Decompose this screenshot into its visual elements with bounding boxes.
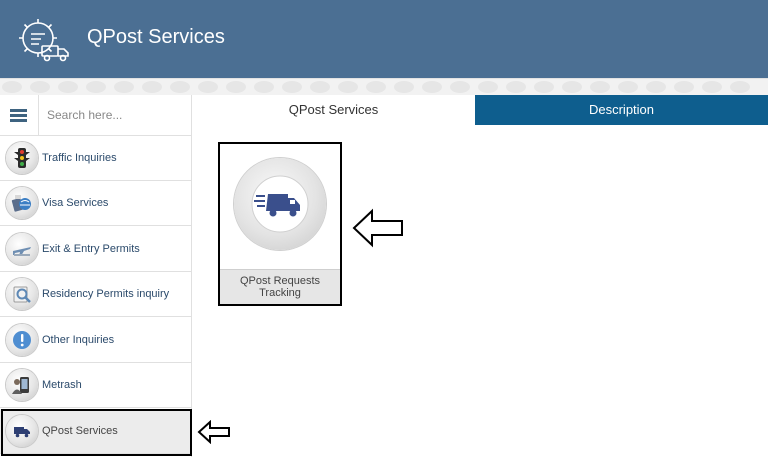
arrow-left-icon [197, 420, 230, 444]
metrash-icon [6, 369, 38, 401]
sidebar-item-label: Other Inquiries [42, 334, 115, 346]
sidebar-item-visa-services[interactable]: Visa Services [0, 181, 191, 226]
sidebar-item-traffic-inquiries[interactable]: Traffic Inquiries [0, 136, 191, 181]
arrow-left-icon [352, 208, 403, 248]
sidebar: Traffic Inquiries Visa Services Exit & E… [0, 95, 192, 457]
sidebar-item-metrash[interactable]: Metrash [0, 363, 191, 408]
sidebar-item-exit-entry-permits[interactable]: Exit & Entry Permits [0, 227, 191, 272]
sidebar-item-label: Residency Permits inquiry [42, 288, 170, 300]
search-input[interactable] [40, 95, 188, 133]
highlight-box-sidebar [1, 409, 192, 456]
delivery-truck-icon [234, 158, 326, 250]
traffic-light-icon [6, 142, 38, 174]
sidebar-item-label: Exit & Entry Permits [42, 243, 140, 255]
sidebar-item-label: Traffic Inquiries [42, 152, 117, 164]
visa-passport-icon [6, 187, 38, 219]
tab-qpost-services[interactable]: QPost Services [192, 95, 475, 125]
search-row [0, 95, 191, 136]
tab-description[interactable]: Description [475, 95, 768, 125]
tile-label: QPost Requests Tracking [220, 269, 340, 304]
sidebar-item-other-inquiries[interactable]: Other Inquiries [0, 318, 191, 363]
airplane-icon [6, 233, 38, 265]
service-tile-qpost-requests-tracking[interactable]: QPost Requests Tracking [218, 142, 342, 306]
app-title: QPost Services [87, 26, 225, 48]
exclamation-icon [6, 324, 38, 356]
sidebar-item-label: Visa Services [42, 197, 109, 209]
hamburger-menu-icon[interactable] [0, 95, 39, 135]
sidebar-item-label: Metrash [42, 379, 82, 391]
app-header: QPost Services [0, 0, 768, 78]
decorative-band [0, 78, 768, 96]
residency-search-icon [6, 278, 38, 310]
qpost-gear-truck-icon [14, 14, 74, 66]
sidebar-item-residency-permits-inquiry[interactable]: Residency Permits inquiry [0, 272, 191, 317]
